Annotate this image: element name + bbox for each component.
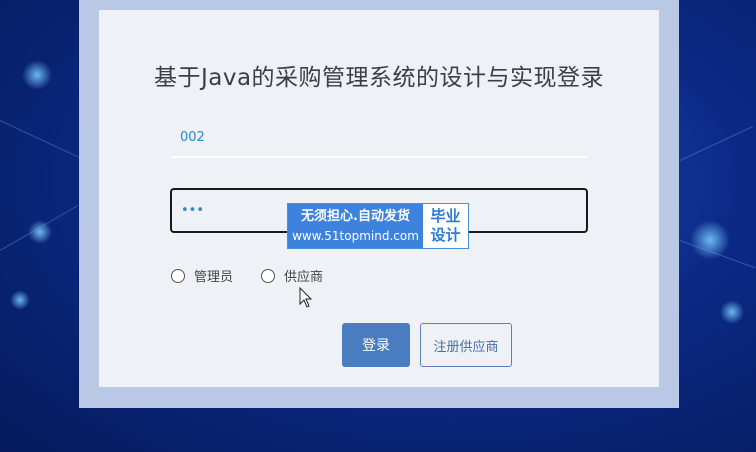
background-line [0,120,82,159]
watermark-badge-top: 毕业 [430,207,461,225]
watermark-line1: 无须担心.自动发货 [301,209,410,224]
radio-supplier[interactable] [261,268,276,283]
watermark-badge: 毕业 设计 [423,204,468,248]
login-button[interactable]: 登录 [342,323,410,367]
background-line [679,126,753,161]
role-radio-group: 管理员 供应商 [171,266,351,285]
watermark-text: 无须担心.自动发货 www.51topmind.com [288,204,423,248]
radio-admin[interactable] [171,268,185,283]
watermark-badge-bottom: 设计 [430,226,461,244]
background-glow [720,300,744,324]
background-glow [22,60,52,90]
watermark-line2: www.51topmind.com [292,229,419,243]
register-supplier-button[interactable]: 注册供应商 [420,323,512,367]
role-option-admin[interactable]: 管理员 [171,266,233,285]
role-option-supplier[interactable]: 供应商 [261,266,323,285]
radio-admin-label: 管理员 [194,270,234,285]
page-title: 基于Java的采购管理系统的设计与实现登录 [153,65,605,91]
background-glow [690,220,730,260]
login-frame: 基于Java的采购管理系统的设计与实现登录 无须担心.自动发货 www.51to… [79,0,679,408]
login-card: 基于Java的采购管理系统的设计与实现登录 无须担心.自动发货 www.51to… [99,10,659,387]
watermark-banner: 无须担心.自动发货 www.51topmind.com 毕业 设计 [287,203,469,249]
background-line [0,205,79,251]
username-input[interactable] [171,118,587,158]
background-glow [10,290,30,310]
mouse-cursor-icon [299,287,313,308]
radio-supplier-label: 供应商 [284,270,324,285]
